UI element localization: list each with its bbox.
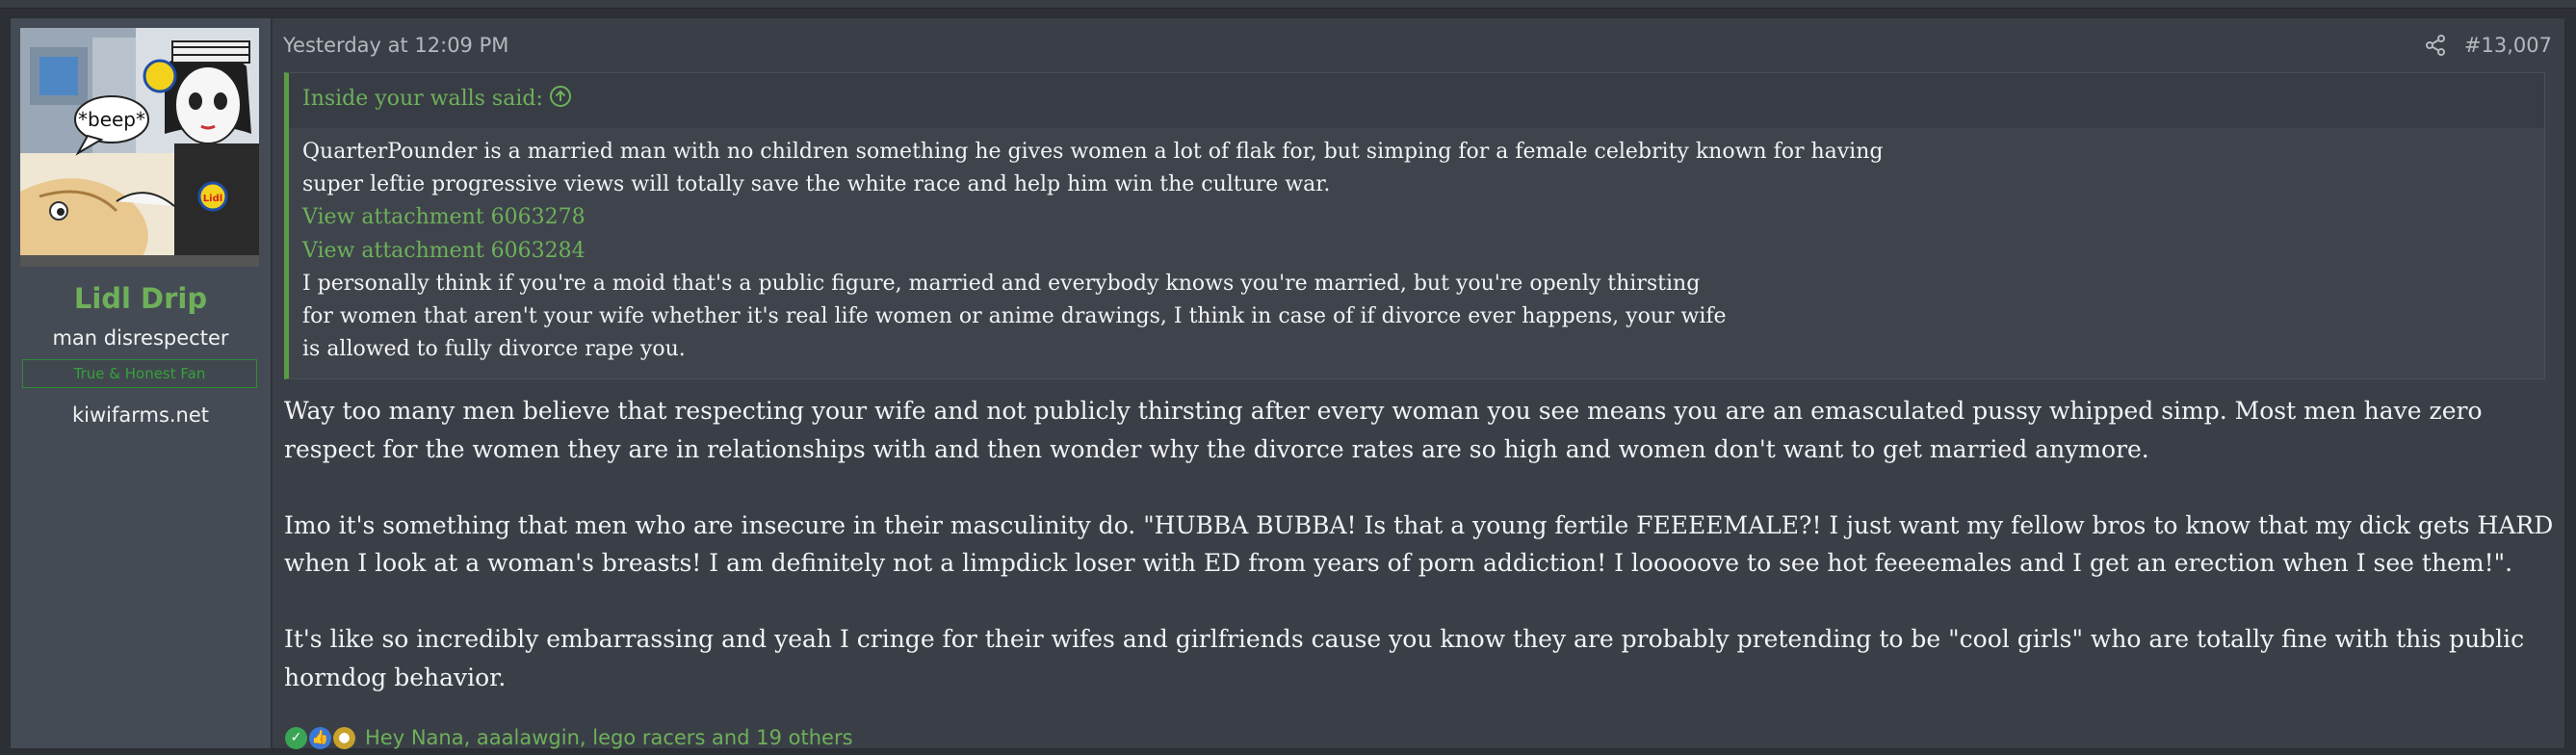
message-line: It's like so incredibly embarrassing and…	[284, 625, 2525, 653]
quote-body: QuarterPounder is a married man with no …	[302, 136, 2537, 366]
message-line: Way too many men believe that respecting…	[284, 397, 2483, 425]
username-link[interactable]: Lidl Drip	[11, 282, 271, 315]
post-header: Yesterday at 12:09 PM #13,007	[283, 30, 2556, 68]
quote-header: Inside your walls said:	[289, 73, 2544, 128]
avatar-caption: *beep*	[78, 108, 145, 131]
go-to-original-icon[interactable]	[549, 85, 572, 114]
user-title: man disrespecter	[52, 326, 229, 350]
share-icon[interactable]	[2424, 34, 2451, 61]
post-message: Way too many men believe that respecting…	[284, 392, 2557, 696]
attachment-link[interactable]: View attachment 6063278	[302, 201, 2537, 234]
avatar-logo-text: Lidl	[203, 194, 222, 204]
post-date-link[interactable]: Yesterday at 12:09 PM	[283, 34, 508, 57]
message-line: Imo it's something that men who are inse…	[284, 510, 2554, 539]
reaction-users-link[interactable]: Hey Nana, aaalawgin, lego racers and 19 …	[365, 726, 853, 749]
avatar-illustration: *beep* Lidl	[20, 28, 259, 267]
post-number-link[interactable]: #13,007	[2464, 34, 2552, 57]
user-info-panel: *beep* Lidl Lidl Drip man disrespecter T…	[11, 18, 273, 748]
quote-line: I personally think if you're a moid that…	[302, 271, 1701, 296]
previous-post-edge	[0, 0, 2576, 9]
quote-line: for women that aren't your wife whether …	[302, 304, 1727, 329]
quote-line: is allowed to fully divorce rape you.	[302, 337, 686, 362]
quote-author-text[interactable]: Inside your walls said:	[302, 87, 543, 111]
message-line: respect for the women they are in relati…	[284, 434, 2149, 463]
thumbs-up-reaction-icon[interactable]: 👍	[309, 726, 331, 749]
reactions-bar[interactable]: ✓ 👍 ● Hey Nana, aaalawgin, lego racers a…	[285, 723, 853, 752]
message-line: when I look at a woman's breasts! I am d…	[284, 549, 2513, 577]
quote-line: super leftie progressive views will tota…	[302, 172, 1331, 197]
user-site: kiwifarms.net	[71, 404, 210, 427]
forum-post: *beep* Lidl Lidl Drip man disrespecter T…	[10, 17, 2565, 749]
quote-line: QuarterPounder is a married man with no …	[302, 140, 1884, 164]
quote-author-link[interactable]: Inside your walls said:	[302, 85, 572, 114]
message-line: horndog behavior.	[284, 663, 507, 691]
attachment-link[interactable]: View attachment 6063284	[302, 235, 2537, 268]
user-banner: True & Honest Fan	[22, 359, 257, 388]
user-avatar[interactable]: *beep* Lidl	[20, 28, 259, 267]
quote-block: Inside your walls said: QuarterPounder i…	[284, 72, 2545, 379]
check-reaction-icon[interactable]: ✓	[285, 726, 307, 749]
medal-reaction-icon[interactable]: ●	[333, 726, 355, 749]
